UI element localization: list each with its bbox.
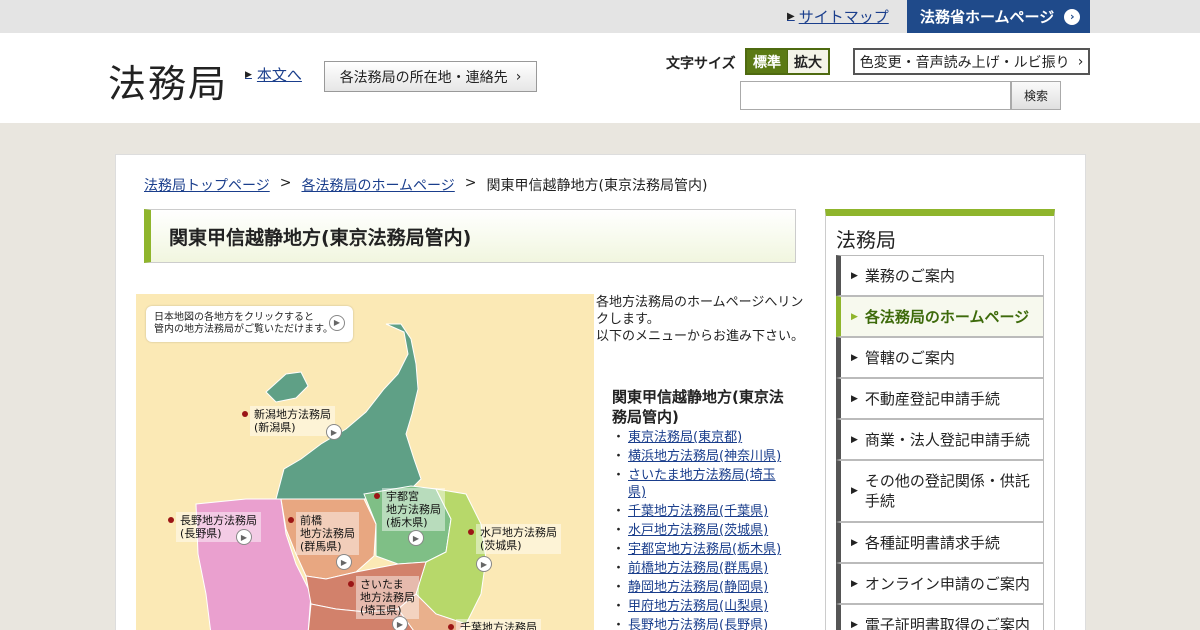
list-item: 静岡地方法務局(静岡県): [612, 579, 792, 596]
office-link-utsunomiya[interactable]: 宇都宮地方法務局(栃木県): [628, 542, 781, 557]
chevron-right-icon: ›: [1077, 53, 1084, 70]
list-item: さいたま地方法務局(埼玉県): [612, 467, 792, 501]
location-dot-icon: [288, 517, 294, 523]
nagano-map-label[interactable]: 長野地方法務局 (長野県) ▶: [168, 512, 261, 545]
list-item: 前橋地方法務局(群馬県): [612, 560, 792, 577]
list-item: 長野地方法務局(長野県): [612, 617, 792, 630]
office-link-nagano[interactable]: 長野地方法務局(長野県): [628, 618, 768, 630]
intro-text: 各地方法務局のホームページへリンクします。 以下のメニューからお進み下さい。: [596, 295, 805, 344]
triangle-right-icon: ▶: [851, 537, 858, 548]
play-icon[interactable]: ▶: [326, 424, 342, 440]
breadcrumb-separator: >: [464, 175, 477, 191]
moj-homepage-label: 法務省ホームページ: [920, 8, 1055, 26]
breadcrumb: 法務局トップページ > 各法務局のホームページ > 関東甲信越静地方(東京法務局…: [144, 175, 707, 195]
office-link-mito[interactable]: 水戸地方法務局(茨城県): [628, 523, 768, 538]
list-item: 宇都宮地方法務局(栃木県): [612, 541, 792, 558]
play-icon[interactable]: ▶: [408, 530, 424, 546]
niigata-map-label[interactable]: 新潟地方法務局 (新潟県) ▶: [242, 406, 342, 440]
play-icon[interactable]: ▶: [336, 554, 352, 570]
sado-island-shape[interactable]: [265, 371, 309, 403]
triangle-right-icon: ▶: [851, 578, 858, 589]
region-map: 新潟地方法務局 (新潟県) ▶ 長野地方法務局 (長野県) ▶ 前橋 地方法務局…: [136, 294, 594, 630]
list-item: 水戸地方法務局(茨城県): [612, 522, 792, 539]
triangle-right-icon: ▶: [245, 69, 252, 80]
location-dot-icon: [348, 581, 354, 587]
triangle-right-icon: ▶: [851, 434, 858, 445]
font-size-standard-button[interactable]: 標準: [747, 50, 787, 73]
triangle-right-icon: ▶: [851, 486, 858, 496]
sidebar-item-other-registration[interactable]: ▶ その他の登記関係・供託手続: [836, 460, 1044, 522]
locations-contact-button[interactable]: 各法務局の所在地・連絡先 ›: [324, 61, 537, 92]
list-item: 甲府地方法務局(山梨県): [612, 598, 792, 615]
saitama-map-label[interactable]: さいたま 地方法務局 (埼玉県) ▶: [348, 576, 419, 630]
breadcrumb-link-top[interactable]: 法務局トップページ: [144, 175, 270, 195]
sidebar-item-jurisdiction[interactable]: ▶ 管轄のご案内: [836, 337, 1044, 378]
chevron-right-circle-icon: ›: [1064, 8, 1081, 25]
region-heading: 関東甲信越静地方(東京法務局管内): [612, 388, 784, 426]
location-dot-icon: [374, 493, 380, 499]
utsunomiya-map-label[interactable]: 宇都宮 地方法務局 (栃木県) ▶: [374, 488, 445, 546]
play-icon[interactable]: ▶: [476, 556, 492, 572]
list-item: 東京法務局(東京都): [612, 429, 792, 446]
triangle-right-icon: ▶: [851, 311, 858, 322]
triangle-right-icon: ▶: [787, 11, 795, 22]
skip-to-content-link[interactable]: ▶ 本文へ: [245, 64, 302, 85]
top-utility-bar: ▶ サイトマップ 法務省ホームページ ›: [0, 0, 1200, 33]
office-link-kofu[interactable]: 甲府地方法務局(山梨県): [628, 599, 768, 614]
list-item: 横浜地方法務局(神奈川県): [612, 448, 792, 465]
location-dot-icon: [448, 624, 454, 630]
search-input[interactable]: [740, 81, 1011, 110]
site-logo[interactable]: 法務局: [108, 53, 228, 108]
sidebar-item-services[interactable]: ▶ 業務のご案内: [836, 255, 1044, 296]
play-icon[interactable]: ▶: [236, 529, 252, 545]
page-title: 関東甲信越静地方(東京法務局管内): [144, 209, 796, 263]
accessibility-label: 色変更・音声読み上げ・ルビ振り: [859, 54, 1070, 71]
sidebar-item-certificates[interactable]: ▶ 各種証明書請求手続: [836, 522, 1044, 563]
sidebar-item-real-estate[interactable]: ▶ 不動産登記申請手続: [836, 378, 1044, 419]
font-size-label: 文字サイズ: [666, 56, 736, 72]
office-link-yokohama[interactable]: 横浜地方法務局(神奈川県): [628, 449, 781, 464]
site-header: 法務局 ▶ 本文へ 各法務局の所在地・連絡先 › 文字サイズ 標準 拡大 色変更…: [0, 33, 1200, 123]
locations-contact-label: 各法務局の所在地・連絡先: [339, 69, 508, 86]
office-link-shizuoka[interactable]: 静岡地方法務局(静岡県): [628, 580, 768, 595]
search-button[interactable]: 検索: [1011, 81, 1061, 110]
breadcrumb-link-homepages[interactable]: 各法務局のホームページ: [301, 175, 454, 195]
sitemap-link[interactable]: ▶ サイトマップ: [787, 6, 889, 27]
chiba-map-label[interactable]: 千葉地方法務局: [448, 619, 541, 630]
font-size-large-button[interactable]: 拡大: [787, 50, 828, 73]
sidebar-item-commercial[interactable]: ▶ 商業・法人登記申請手続: [836, 419, 1044, 460]
triangle-right-icon: ▶: [851, 352, 858, 363]
sidebar-item-online[interactable]: ▶ オンライン申請のご案内: [836, 563, 1044, 604]
location-dot-icon: [168, 517, 174, 523]
office-link-maebashi[interactable]: 前橋地方法務局(群馬県): [628, 561, 768, 576]
sidebar-item-homepages[interactable]: ▶ 各法務局のホームページ: [836, 296, 1044, 337]
chevron-right-icon: ›: [515, 68, 522, 85]
list-item: 千葉地方法務局(千葉県): [612, 503, 792, 520]
maebashi-map-label[interactable]: 前橋 地方法務局 (群馬県) ▶: [288, 512, 359, 570]
location-dot-icon: [468, 529, 474, 535]
sidebar-title: 法務局: [836, 228, 896, 252]
office-list: 東京法務局(東京都) 横浜地方法務局(神奈川県) さいたま地方法務局(埼玉県) …: [612, 429, 792, 630]
triangle-right-icon: ▶: [851, 270, 858, 281]
sidebar-item-e-certificate[interactable]: ▶ 電子証明書取得のご案内: [836, 604, 1044, 630]
play-icon[interactable]: ▶: [392, 616, 408, 630]
map-instruction-note: 日本地図の各地方をクリックすると 管内の地方法務局がご覧いただけます。 ▶: [146, 306, 353, 342]
sidebar-menu: ▶ 業務のご案内 ▶ 各法務局のホームページ ▶ 管轄のご案内 ▶ 不動産登記申請手続 …: [836, 255, 1044, 630]
moj-homepage-button[interactable]: 法務省ホームページ ›: [907, 0, 1090, 33]
skip-to-content-label: 本文へ: [256, 66, 302, 84]
mito-map-label[interactable]: 水戸地方法務局 (茨城県) ▶: [468, 524, 561, 572]
breadcrumb-separator: >: [279, 175, 292, 191]
location-dot-icon: [242, 411, 248, 417]
triangle-right-icon: ▶: [851, 619, 858, 630]
triangle-right-icon: ▶: [851, 393, 858, 404]
play-icon: ▶: [329, 315, 345, 331]
font-size-toggle: 標準 拡大: [745, 48, 830, 75]
breadcrumb-current: 関東甲信越静地方(東京法務局管内): [486, 178, 708, 194]
office-link-chiba[interactable]: 千葉地方法務局(千葉県): [628, 504, 768, 519]
sitemap-label: サイトマップ: [798, 8, 889, 26]
office-link-tokyo[interactable]: 東京法務局(東京都): [628, 430, 742, 445]
office-link-saitama[interactable]: さいたま地方法務局(埼玉県): [628, 468, 776, 500]
accessibility-button[interactable]: 色変更・音声読み上げ・ルビ振り ›: [853, 48, 1090, 75]
